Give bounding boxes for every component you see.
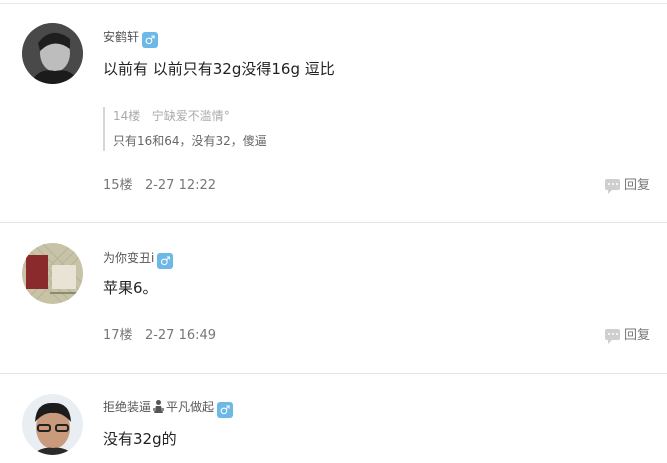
quote-header: 14楼 宁缺爱不滥情°	[113, 108, 413, 124]
male-icon: ♂	[217, 402, 234, 418]
quoted-comment: 14楼 宁缺爱不滥情° 只有16和64，没有32，傻逼	[103, 107, 413, 151]
reply-button[interactable]: 回复	[605, 177, 650, 195]
reply-label[interactable]: 回复	[624, 178, 650, 193]
username[interactable]: 拒绝装逼 平凡做起 ♂	[103, 399, 234, 418]
timestamp: 2-27 16:49	[144, 328, 217, 343]
quote-author[interactable]: 宁缺爱不滥情°	[152, 109, 230, 123]
username[interactable]: 安鹤轩 ♂	[103, 29, 159, 48]
comment-content: 以前有 以前只有32g没得16g 逗比	[103, 60, 335, 78]
username-text-suffix[interactable]: 平凡做起	[166, 400, 214, 414]
timestamp: 2-27 12:22	[144, 178, 217, 193]
comment-item: 拒绝装逼 平凡做起 ♂ 没有32g的	[0, 374, 667, 463]
reply-label[interactable]: 回复	[624, 328, 650, 343]
comment-meta: 15楼 2-27 12:22	[103, 177, 216, 195]
username-text[interactable]: 为你变丑i	[103, 251, 154, 265]
comment-content: 苹果6。	[103, 279, 158, 297]
speech-bubble-icon	[605, 179, 620, 194]
comment-item: 为你变丑i ♂ 苹果6。 17楼 2-27 16:49 回复	[0, 223, 667, 373]
username-text-prefix[interactable]: 拒绝装逼	[103, 400, 151, 414]
quote-text: 只有16和64，没有32，傻逼	[113, 134, 267, 148]
avatar[interactable]	[22, 23, 83, 84]
male-icon: ♂	[142, 32, 159, 48]
username-text[interactable]: 安鹤轩	[103, 30, 139, 44]
reply-button[interactable]: 回复	[605, 327, 650, 345]
male-icon: ♂	[157, 253, 174, 269]
person-emblem-icon	[152, 399, 165, 418]
comment-content: 没有32g的	[103, 430, 177, 448]
speech-bubble-icon	[605, 329, 620, 344]
avatar[interactable]	[22, 243, 83, 304]
comment-item: 安鹤轩 ♂ 以前有 以前只有32g没得16g 逗比 14楼 宁缺爱不滥情° 只有1…	[0, 0, 667, 222]
floor-number: 17楼	[103, 328, 133, 343]
avatar[interactable]	[22, 394, 83, 455]
comment-meta: 17楼 2-27 16:49	[103, 327, 216, 345]
username[interactable]: 为你变丑i ♂	[103, 250, 174, 269]
floor-number: 15楼	[103, 178, 133, 193]
quote-floor: 14楼	[113, 109, 141, 123]
